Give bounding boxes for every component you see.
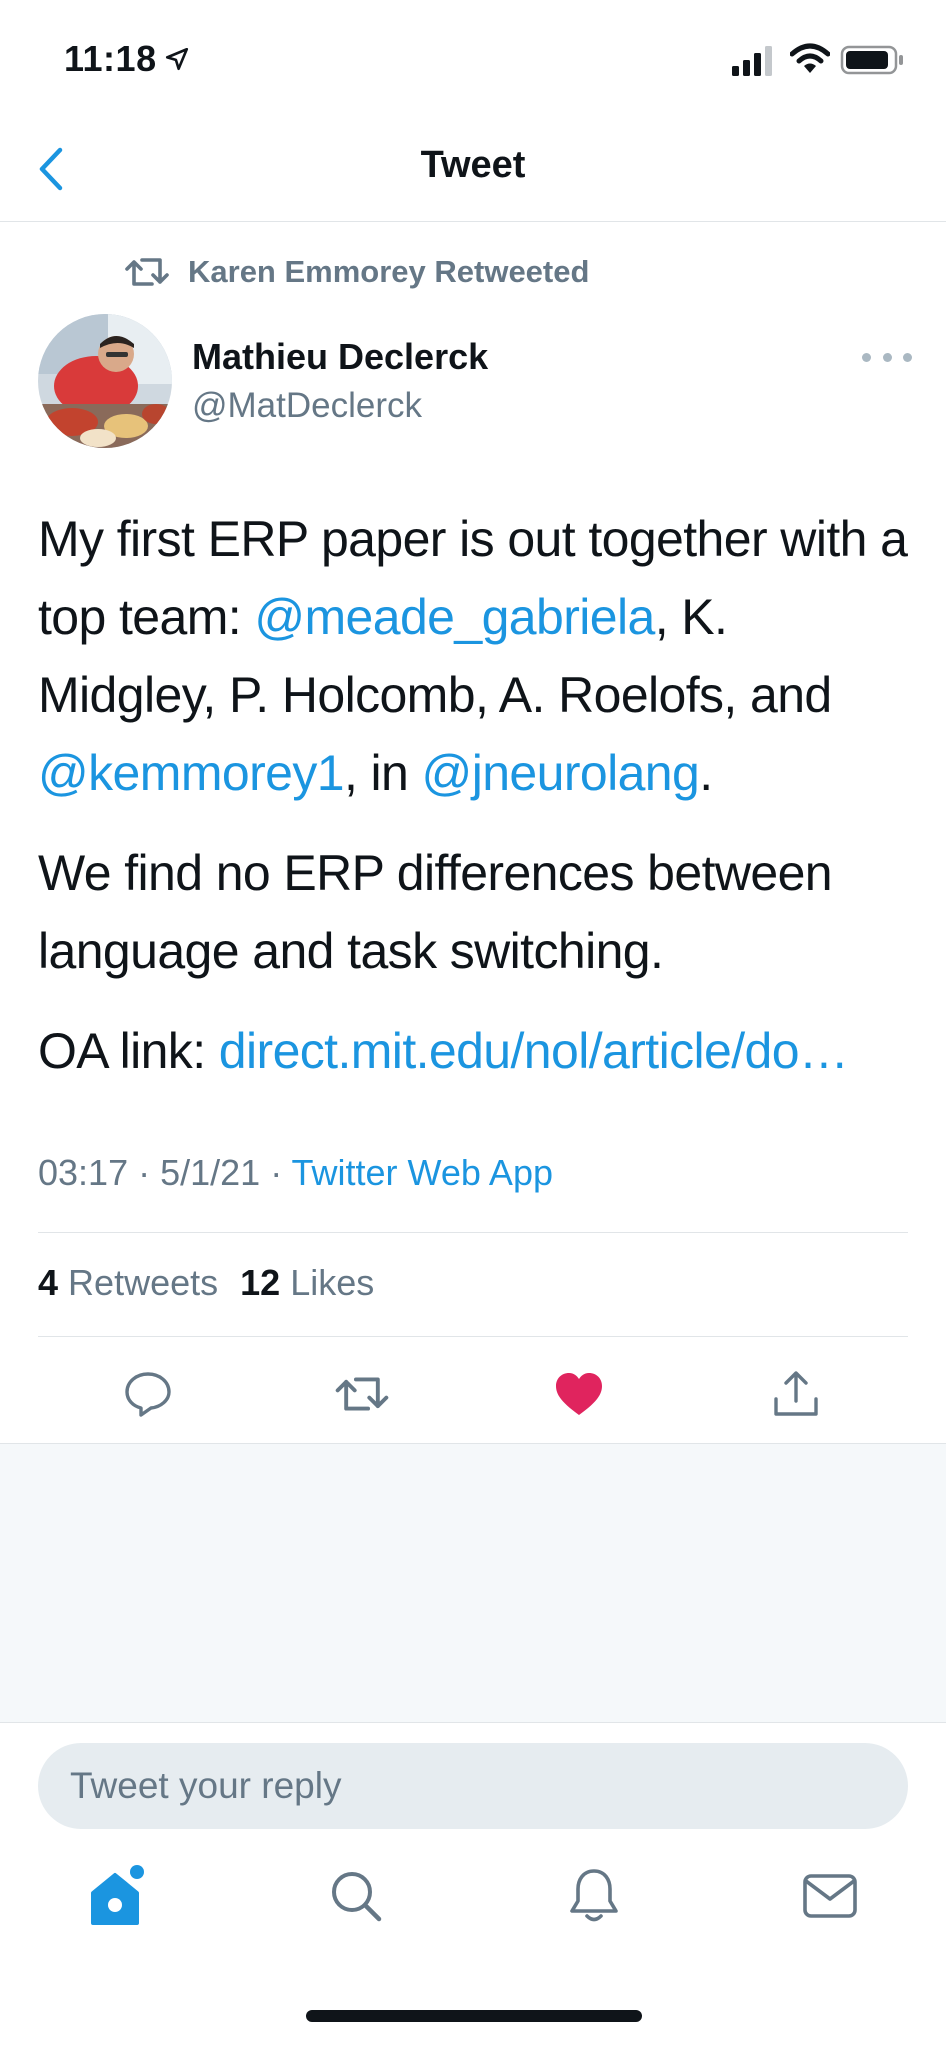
status-time: 11:18 — [64, 38, 157, 79]
retweet-icon — [335, 1377, 389, 1411]
divider — [38, 1232, 908, 1233]
home-indicator[interactable] — [306, 2010, 642, 2022]
tab-messages[interactable] — [794, 1860, 866, 1932]
tweet-text-segment: , in — [343, 745, 422, 801]
more-options-button[interactable] — [862, 340, 912, 374]
tab-home[interactable] — [82, 1860, 154, 1932]
share-icon — [774, 1371, 818, 1416]
share-button[interactable] — [768, 1366, 824, 1422]
avatar-photo — [38, 314, 172, 448]
more-dot-icon — [903, 352, 912, 362]
author-handle[interactable]: @MatDeclerck — [192, 386, 422, 426]
tweet-text-segment: . — [699, 745, 713, 801]
url-link[interactable]: direct.mit.edu/nol/article/do… — [219, 1023, 849, 1079]
tweet-stats: 4 Retweets 12 Likes — [38, 1262, 396, 1304]
likes-label: Likes — [290, 1262, 375, 1303]
source-app-link[interactable]: Twitter Web App — [292, 1152, 553, 1193]
wifi-icon — [790, 43, 830, 73]
reply-input[interactable] — [38, 1743, 908, 1829]
retweet-icon — [125, 258, 169, 286]
tweet-paragraph-1: My first ERP paper is out together with … — [38, 500, 918, 812]
empty-replies-area — [0, 1443, 946, 1723]
location-arrow-icon — [165, 47, 189, 71]
retweets-label: Retweets — [68, 1262, 219, 1303]
nav-header: Tweet — [0, 120, 946, 222]
tab-bar — [0, 1860, 946, 1960]
mention-link[interactable]: @kemmorey1 — [38, 745, 345, 801]
retweets-count: 4 — [38, 1262, 59, 1303]
meta-separator: · — [128, 1152, 161, 1193]
reply-button[interactable] — [120, 1366, 176, 1422]
retweets-stat[interactable]: 4 Retweets — [38, 1262, 218, 1304]
tweet-date: 5/1/21 — [160, 1152, 261, 1193]
like-icon-filled — [556, 1373, 602, 1415]
retweeted-by[interactable]: Karen Emmorey Retweeted — [124, 250, 589, 294]
mention-link[interactable]: @jneurolang — [422, 745, 700, 801]
more-dot-icon — [862, 352, 871, 362]
likes-count: 12 — [240, 1262, 281, 1303]
meta-separator: · — [260, 1152, 292, 1193]
tweet-text: My first ERP paper is out together with … — [38, 500, 918, 1112]
messages-icon — [803, 1874, 857, 1918]
tab-notifications[interactable] — [558, 1860, 630, 1932]
cellular-signal-icon — [732, 46, 772, 76]
tweet-paragraph-3: OA link: direct.mit.edu/nol/article/do… — [38, 1012, 918, 1090]
tweet-actions — [0, 1336, 946, 1444]
tweet-text-segment: OA link: — [38, 1023, 219, 1079]
avatar[interactable] — [38, 314, 172, 448]
status-bar: 11:18 — [0, 0, 946, 120]
page-title: Tweet — [420, 144, 526, 186]
retweet-button[interactable] — [334, 1366, 390, 1422]
tab-search[interactable] — [320, 1860, 392, 1932]
reply-icon — [125, 1372, 171, 1417]
search-icon — [332, 1872, 382, 1922]
mention-link[interactable]: @meade_gabriela — [254, 589, 655, 645]
more-dot-icon — [882, 352, 892, 362]
likes-stat[interactable]: 12 Likes — [240, 1262, 374, 1304]
author-name[interactable]: Mathieu Declerck — [192, 336, 488, 378]
home-icon — [91, 1865, 144, 1925]
tweet-time: 03:17 — [38, 1152, 129, 1193]
battery-icon — [840, 45, 903, 75]
like-button[interactable] — [551, 1366, 607, 1422]
notifications-icon — [570, 1869, 618, 1922]
retweeted-label: Karen Emmorey Retweeted — [188, 254, 590, 289]
tweet-meta: 03:17 · 5/1/21 · Twitter Web App — [38, 1152, 553, 1194]
tweet-paragraph-2: We find no ERP differences between langu… — [38, 845, 833, 979]
